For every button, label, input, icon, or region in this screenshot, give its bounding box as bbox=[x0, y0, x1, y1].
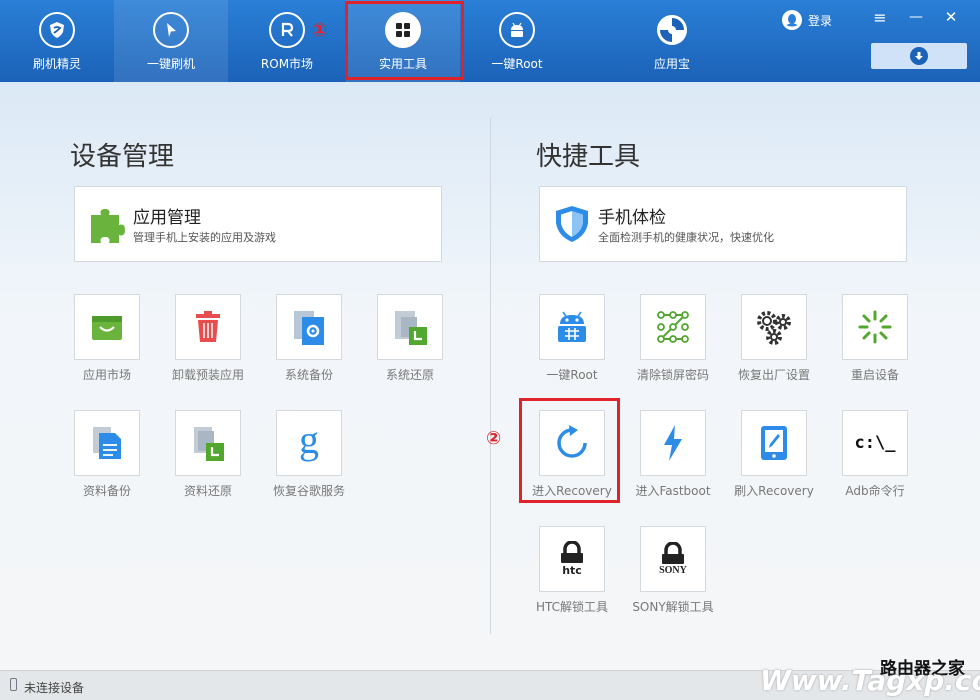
login-button[interactable]: 登录 bbox=[782, 10, 832, 30]
nav-tab-label: 一键Root bbox=[491, 57, 543, 71]
trash-icon bbox=[175, 294, 241, 360]
shopping-bag-icon bbox=[74, 294, 140, 360]
tool-restart-device[interactable]: 重启设备 bbox=[842, 294, 908, 382]
sony-brand-text: SONY bbox=[659, 565, 687, 576]
step-marker-one: ① bbox=[312, 20, 328, 41]
quick-tools-title: 快捷工具 bbox=[536, 142, 641, 172]
tool-enter-fastboot[interactable]: 进入Fastboot bbox=[635, 410, 711, 498]
login-label: 登录 bbox=[808, 13, 833, 28]
tool-label: Adb命令行 bbox=[845, 484, 905, 498]
sony-lock-icon: SONY bbox=[640, 526, 706, 592]
app-management-subtitle: 管理手机上安装的应用及游戏 bbox=[133, 231, 276, 244]
puzzle-icon bbox=[87, 203, 127, 245]
google-icon: g bbox=[276, 410, 342, 476]
tool-htc-unlock[interactable]: htc HTC解锁工具 bbox=[536, 526, 608, 614]
android-root-icon bbox=[539, 294, 605, 360]
tool-system-restore[interactable]: 系统还原 bbox=[377, 294, 443, 382]
document-backup-icon bbox=[74, 410, 140, 476]
htc-brand-text: htc bbox=[562, 564, 582, 577]
restart-spinner-icon bbox=[842, 294, 908, 360]
rom-icon bbox=[269, 12, 305, 48]
yingyongbao-icon bbox=[654, 12, 690, 48]
tool-sony-unlock[interactable]: SONY SONY解锁工具 bbox=[632, 526, 714, 614]
close-icon[interactable]: ✕ bbox=[940, 8, 962, 26]
phone-checkup-title: 手机体检 bbox=[598, 208, 666, 228]
download-arrow-icon bbox=[910, 47, 928, 65]
qq-icon bbox=[782, 10, 802, 30]
tool-document-backup[interactable]: 资料备份 bbox=[74, 410, 140, 498]
section-divider bbox=[490, 118, 491, 634]
nav-tab-yingyongbao[interactable]: 应用宝 bbox=[615, 0, 729, 82]
nav-tab-one-click-root[interactable]: 一键Root bbox=[460, 0, 574, 82]
watermark-url: Www.Tagxp.com bbox=[760, 664, 980, 697]
phone-icon bbox=[10, 678, 17, 691]
top-nav-bar: 刷机精灵 一键刷机 ROM市场 实用工具 一键Root 应用宝 登录 ≡ — ✕ bbox=[0, 0, 980, 82]
tool-system-backup[interactable]: 系统备份 bbox=[276, 294, 342, 382]
system-restore-icon bbox=[377, 294, 443, 360]
download-button[interactable] bbox=[871, 43, 967, 69]
tool-factory-reset[interactable]: 恢复出厂设置 bbox=[738, 294, 810, 382]
nav-tab-label: ROM市场 bbox=[260, 57, 314, 71]
pattern-lock-icon bbox=[640, 294, 706, 360]
app-management-card[interactable]: 应用管理 管理手机上安装的应用及游戏 bbox=[74, 186, 442, 262]
terminal-glyph: c:\_ bbox=[854, 433, 896, 453]
step-marker-two: ② bbox=[486, 428, 502, 449]
lightning-icon bbox=[640, 410, 706, 476]
nav-tab-flash-wizard[interactable]: 刷机精灵 bbox=[0, 0, 114, 82]
gears-icon bbox=[741, 294, 807, 360]
document-restore-icon bbox=[175, 410, 241, 476]
tablet-edit-icon bbox=[741, 410, 807, 476]
system-backup-icon bbox=[276, 294, 342, 360]
connection-status: 未连接设备 bbox=[24, 681, 85, 695]
tool-label: 系统还原 bbox=[385, 368, 434, 382]
refresh-arrow-icon bbox=[539, 410, 605, 476]
app-management-title: 应用管理 bbox=[133, 208, 201, 228]
tool-adb-command-line[interactable]: c:\_ Adb命令行 bbox=[842, 410, 908, 498]
cursor-icon bbox=[153, 12, 189, 48]
tool-label: SONY解锁工具 bbox=[632, 600, 714, 614]
nav-tab-label: 刷机精灵 bbox=[32, 57, 81, 71]
shield-icon bbox=[39, 12, 75, 48]
tool-enter-recovery[interactable]: 进入Recovery bbox=[532, 410, 612, 498]
minimize-icon[interactable]: — bbox=[905, 9, 927, 25]
nav-tab-one-click-flash[interactable]: 一键刷机 bbox=[114, 0, 228, 82]
phone-checkup-subtitle: 全面检测手机的健康状况，快速优化 bbox=[598, 231, 774, 244]
nav-tab-label: 一键刷机 bbox=[146, 57, 195, 71]
android-icon bbox=[499, 12, 535, 48]
nav-tab-label: 应用宝 bbox=[653, 57, 690, 71]
grid-icon bbox=[385, 12, 421, 48]
menu-icon[interactable]: ≡ bbox=[869, 8, 891, 27]
tool-clear-lock-password[interactable]: 清除锁屏密码 bbox=[637, 294, 709, 382]
tool-label: 恢复谷歌服务 bbox=[272, 484, 345, 498]
tool-document-restore[interactable]: 资料还原 bbox=[175, 410, 241, 498]
tool-one-click-root[interactable]: 一键Root bbox=[539, 294, 605, 382]
htc-lock-icon: htc bbox=[539, 526, 605, 592]
device-management-title: 设备管理 bbox=[70, 142, 175, 172]
phone-checkup-card[interactable]: 手机体检 全面检测手机的健康状况，快速优化 bbox=[539, 186, 907, 262]
tool-label: 重启设备 bbox=[850, 368, 899, 382]
nav-tab-practical-tools[interactable]: 实用工具 bbox=[346, 0, 460, 82]
tool-flash-recovery[interactable]: 刷入Recovery bbox=[734, 410, 814, 498]
tool-app-market[interactable]: 应用市场 bbox=[74, 294, 140, 382]
tool-uninstall-preinstalled[interactable]: 卸载预装应用 bbox=[172, 294, 244, 382]
nav-tab-label: 实用工具 bbox=[378, 57, 427, 71]
shield-check-icon bbox=[552, 203, 592, 245]
tool-restore-google-services[interactable]: g 恢复谷歌服务 bbox=[273, 410, 345, 498]
terminal-icon: c:\_ bbox=[842, 410, 908, 476]
nav-tab-rom-market[interactable]: ROM市场 bbox=[230, 0, 344, 82]
svg-text:g: g bbox=[299, 423, 319, 462]
